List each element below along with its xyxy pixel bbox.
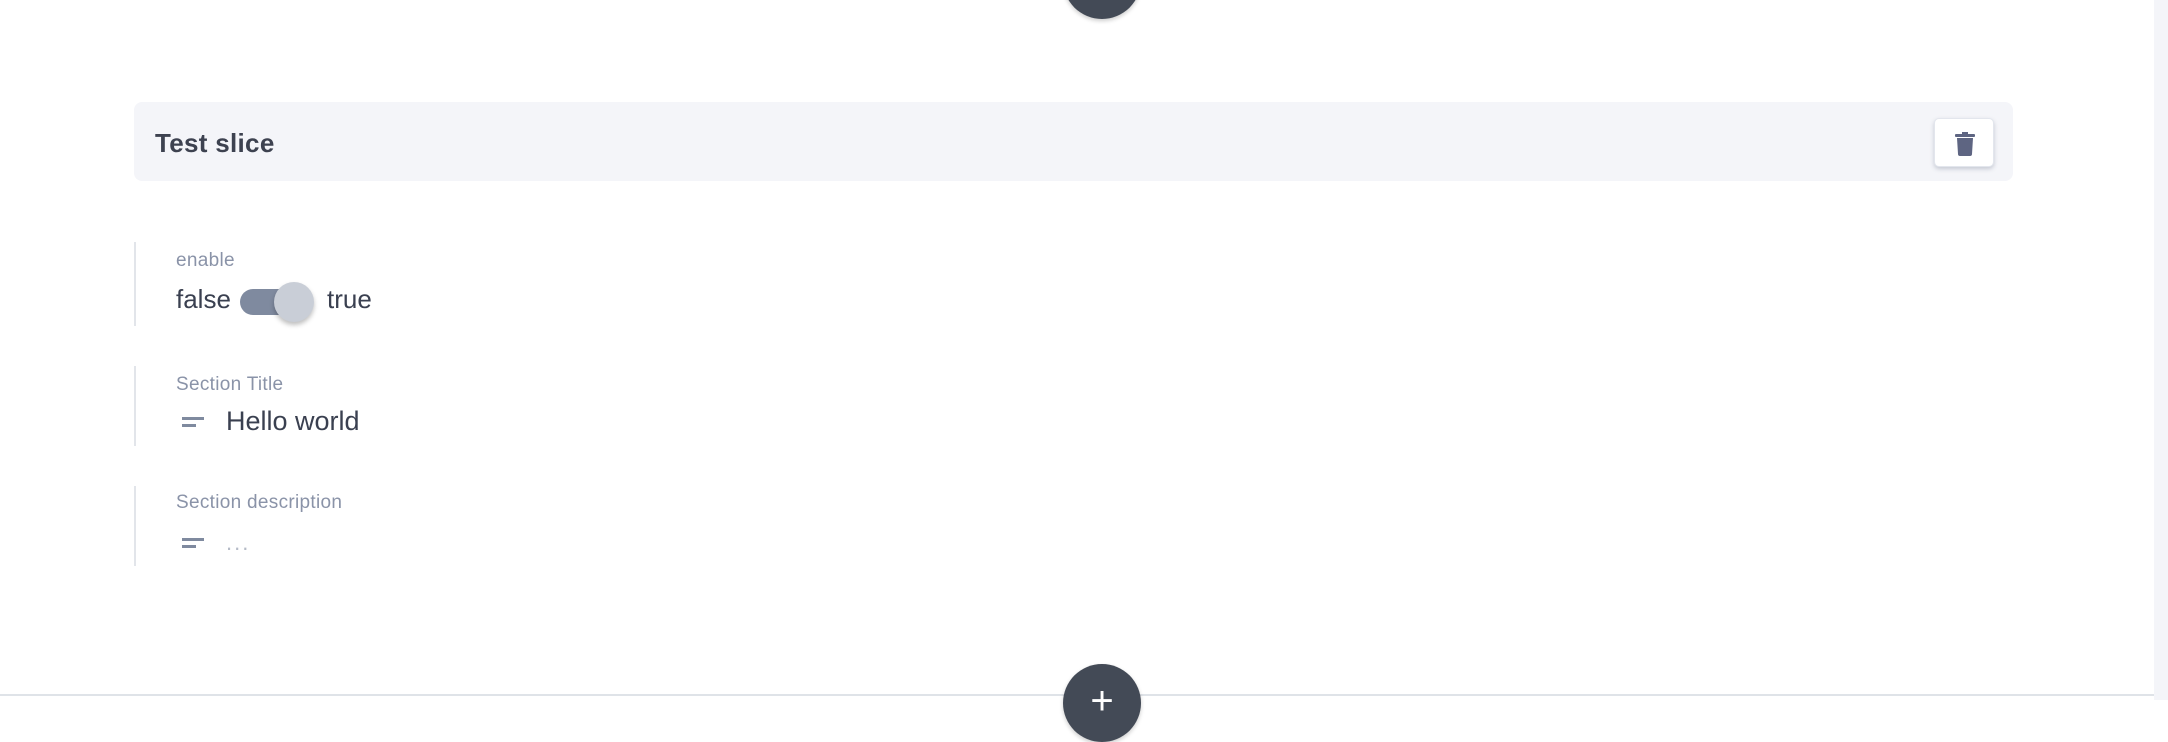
true-label: true <box>327 284 372 314</box>
field-label: enable <box>176 250 235 271</box>
trash-icon <box>1955 132 1975 156</box>
field-label: Section Title <box>176 374 284 395</box>
add-slice-button-bottom[interactable]: + <box>1063 664 1141 742</box>
text-field-icon <box>182 538 204 552</box>
add-slice-button-top[interactable] <box>1063 0 1141 19</box>
field-label: Section description <box>176 492 343 513</box>
delete-slice-button[interactable] <box>1934 118 1994 167</box>
slice-header: Test slice <box>134 102 2013 181</box>
false-label: false <box>176 284 231 314</box>
field-section-description: Section description ... <box>134 486 936 566</box>
section-description-input[interactable]: ... <box>226 530 250 556</box>
slice-title: Test slice <box>155 128 275 158</box>
field-section-title: Section Title Hello world <box>134 366 936 446</box>
plus-icon: + <box>1090 679 1114 723</box>
toggle-knob[interactable] <box>274 282 314 322</box>
enable-toggle[interactable] <box>240 282 314 322</box>
scrollbar-track[interactable] <box>2154 0 2168 700</box>
text-field-icon <box>182 417 204 431</box>
section-title-input[interactable]: Hello world <box>226 406 360 437</box>
field-enable: enable false true <box>134 242 936 326</box>
